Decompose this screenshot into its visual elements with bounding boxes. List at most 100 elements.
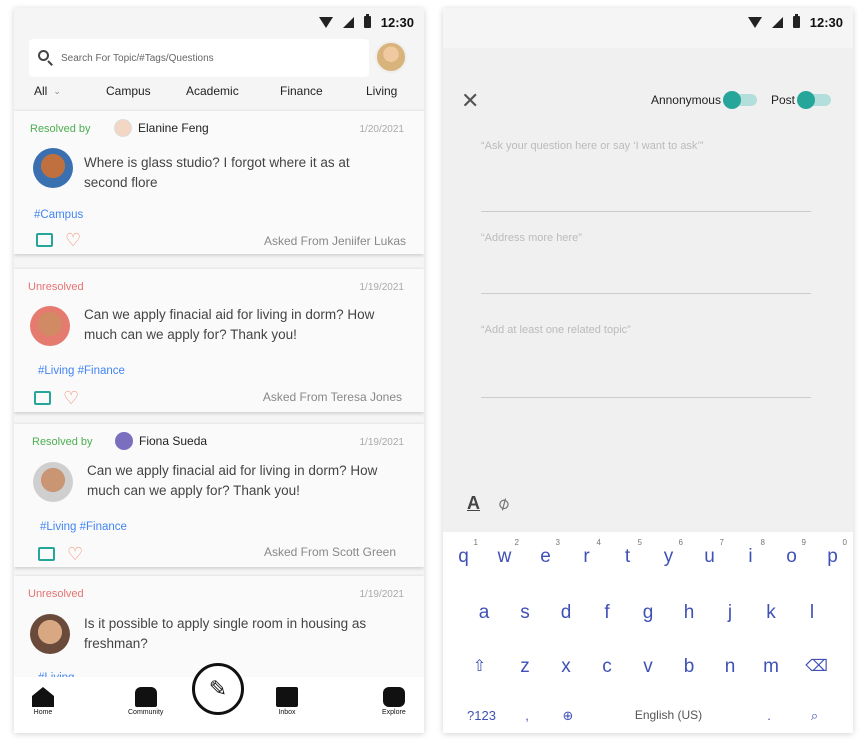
key[interactable]: v: [628, 656, 669, 678]
key[interactable]: 2w: [484, 538, 525, 568]
globe-icon[interactable]: ⊕: [548, 708, 589, 724]
text-format-icon[interactable]: A: [467, 493, 480, 514]
key[interactable]: 3e: [525, 538, 566, 568]
heart-icon[interactable]: ♡: [65, 231, 81, 249]
heart-icon[interactable]: ♡: [63, 389, 79, 407]
shift-key-icon[interactable]: ⇧: [455, 656, 505, 678]
key[interactable]: j: [710, 602, 751, 624]
date: 1/19/2021: [359, 437, 405, 448]
key[interactable]: l: [792, 602, 833, 624]
backspace-key-icon[interactable]: ⌫: [792, 656, 842, 678]
question-card[interactable]: Resolved by Elanine Feng 1/20/2021 Where…: [14, 111, 424, 254]
format-toolbar: A ⌀: [467, 492, 513, 515]
key[interactable]: 7u: [689, 538, 730, 568]
key[interactable]: n: [710, 656, 751, 678]
status-label: Unresolved: [28, 281, 84, 293]
resolver: Elanine Feng: [114, 119, 209, 137]
key[interactable]: x: [546, 656, 587, 678]
keyboard: 1q 2w 3e 4r 5t 6y 7u 8i 9o 0p a s d f g …: [443, 532, 853, 733]
resolver-avatar: [115, 432, 133, 450]
status-time: 12:30: [380, 14, 414, 30]
question-field[interactable]: “Ask your question here or say ‘I want t…: [481, 140, 811, 212]
card-actions: ♡: [38, 543, 83, 563]
details-field[interactable]: “Address more here”: [481, 232, 811, 294]
profile-avatar[interactable]: [375, 41, 407, 73]
close-icon[interactable]: ✕: [461, 88, 479, 114]
tags[interactable]: #Living #Finance: [40, 521, 127, 533]
search-input[interactable]: Search For Topic/#Tags/Questions: [29, 39, 369, 77]
key[interactable]: b: [669, 656, 710, 678]
bottom-nav: Home Community ✎ Inbox Explore: [14, 663, 424, 733]
anonymous-label: Annonymous: [650, 93, 721, 107]
asker-avatar: [33, 148, 73, 188]
key[interactable]: 4r: [566, 538, 607, 568]
status-bar: 12:30: [443, 8, 853, 36]
question-text: Can we apply finacial aid for living in …: [84, 307, 375, 342]
tab-academic[interactable]: Academic: [182, 84, 243, 98]
comma-key[interactable]: ,: [507, 708, 548, 724]
key[interactable]: 6y: [648, 538, 689, 568]
resolver-avatar: [114, 119, 132, 137]
tags[interactable]: #Living #Finance: [38, 365, 125, 377]
keyboard-row-1: 1q 2w 3e 4r 5t 6y 7u 8i 9o 0p: [443, 538, 853, 568]
category-tabs: All ⌄ Campus Academic Finance Living: [14, 84, 424, 98]
key[interactable]: a: [464, 602, 505, 624]
question-text: Where is glass studio? I forgot where it…: [84, 155, 350, 190]
community-icon: [134, 687, 157, 707]
explore-icon: [382, 687, 405, 707]
key[interactable]: z: [505, 656, 546, 678]
topic-placeholder: “Add at least one related topic”: [481, 324, 631, 336]
key[interactable]: d: [546, 602, 587, 624]
key[interactable]: f: [587, 602, 628, 624]
card-actions: ♡: [36, 229, 81, 249]
comment-icon[interactable]: [38, 543, 55, 561]
tags[interactable]: #Campus: [34, 209, 83, 221]
tab-campus[interactable]: Campus: [102, 84, 155, 98]
key[interactable]: s: [505, 602, 546, 624]
compose-button[interactable]: ✎: [192, 663, 244, 715]
battery-icon: [363, 14, 371, 28]
tab-living[interactable]: Living: [362, 84, 401, 98]
question-placeholder: “Ask your question here or say ‘I want t…: [481, 140, 704, 152]
tab-all[interactable]: All ⌄: [30, 84, 65, 98]
nav-explore[interactable]: Explore: [382, 687, 406, 716]
chevron-down-icon: ⌄: [53, 85, 61, 96]
asker-avatar: [30, 614, 70, 654]
key[interactable]: 8i: [730, 538, 771, 568]
status-label: Resolved by: [32, 436, 93, 448]
key[interactable]: m: [751, 656, 792, 678]
asked-from: Asked From Teresa Jones: [262, 390, 402, 404]
comment-icon[interactable]: [34, 387, 51, 405]
compose-screen: 12:30 ✕ Annonymous Post “Ask your questi…: [443, 8, 853, 733]
question-card[interactable]: Unresolved 1/19/2021 Can we apply finaci…: [14, 269, 424, 412]
search-key-icon[interactable]: ⌕: [790, 708, 840, 724]
wifi-icon: [318, 16, 333, 28]
pencil-icon: ✎: [208, 676, 228, 701]
key[interactable]: 5t: [607, 538, 648, 568]
space-key[interactable]: English (US): [589, 708, 749, 724]
period-key[interactable]: .: [749, 708, 790, 724]
asked-from: Asked From Scott Green: [263, 545, 396, 559]
key[interactable]: h: [669, 602, 710, 624]
key[interactable]: 1q: [443, 538, 484, 568]
key[interactable]: k: [751, 602, 792, 624]
toggle-row: Annonymous Post: [650, 91, 831, 109]
home-icon: [32, 687, 54, 707]
post-toggle[interactable]: [797, 91, 831, 109]
search-placeholder: Search For Topic/#Tags/Questions: [61, 52, 214, 64]
topic-field[interactable]: “Add at least one related topic”: [481, 324, 811, 398]
key[interactable]: 9o: [771, 538, 812, 568]
tab-finance[interactable]: Finance: [276, 84, 327, 98]
key[interactable]: g: [628, 602, 669, 624]
details-placeholder: “Address more here”: [481, 232, 582, 244]
nav-home[interactable]: Home: [32, 687, 54, 716]
key[interactable]: c: [587, 656, 628, 678]
heart-icon[interactable]: ♡: [67, 545, 83, 563]
key[interactable]: 0p: [812, 538, 853, 568]
nav-community[interactable]: Community: [128, 687, 163, 716]
anonymous-toggle[interactable]: [722, 91, 757, 109]
symbols-key[interactable]: ?123: [457, 708, 507, 724]
nav-inbox[interactable]: Inbox: [276, 687, 298, 716]
question-card[interactable]: Resolved by Fiona Sueda 1/19/2021 Can we…: [14, 424, 424, 567]
comment-icon[interactable]: [36, 229, 53, 247]
